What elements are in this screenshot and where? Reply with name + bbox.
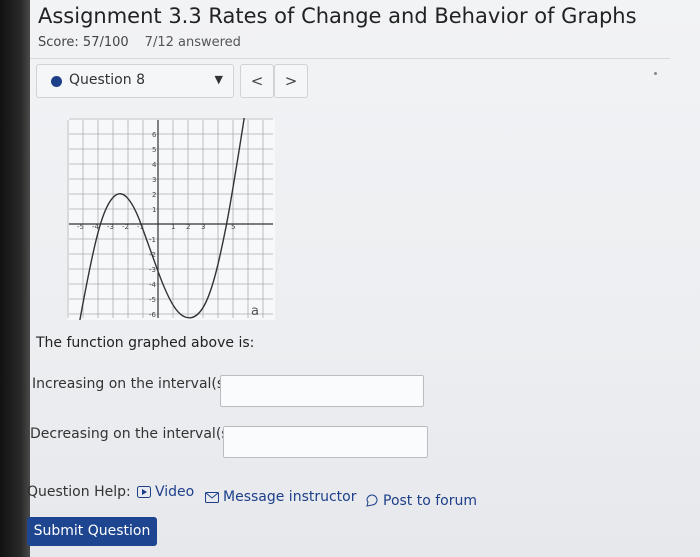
increasing-label: Increasing on the interval(s) <box>32 376 230 392</box>
y-tick-label: 3 <box>152 176 156 184</box>
chevron-down-icon: ▼ <box>214 73 223 86</box>
x-tick-label: -3 <box>107 223 114 231</box>
decreasing-interval-input[interactable] <box>223 426 428 458</box>
y-tick-label: -1 <box>149 236 156 244</box>
x-tick-label: -2 <box>122 223 129 231</box>
question-help-label: Question Help: <box>27 484 131 500</box>
y-tick-label: -3 <box>149 266 156 274</box>
assignment-title: Assignment 3.3 Rates of Change and Behav… <box>38 4 637 28</box>
curve-label: a <box>251 304 259 319</box>
score-text: Score: 57/100 <box>38 35 129 50</box>
question-selector[interactable]: Question 8 ▼ <box>36 64 234 98</box>
y-tick-label: -6 <box>149 311 157 319</box>
decreasing-label: Decreasing on the interval(s) <box>30 426 235 442</box>
x-tick-label: 3 <box>201 223 205 231</box>
video-link-label: Video <box>155 484 195 500</box>
next-question-button[interactable]: > <box>274 64 308 98</box>
y-tick-label: -4 <box>149 281 157 289</box>
x-tick-label: 5 <box>231 223 235 231</box>
video-link[interactable]: Video <box>137 484 194 500</box>
y-tick-label: 5 <box>152 146 156 154</box>
x-tick-label: -5 <box>77 223 84 231</box>
submit-question-button[interactable]: Submit Question <box>27 517 157 546</box>
y-tick-label: -5 <box>149 296 156 304</box>
increasing-interval-input[interactable] <box>220 375 424 407</box>
question-status-dot <box>51 76 62 87</box>
video-icon <box>137 486 151 498</box>
message-instructor-label: Message instructor <box>223 489 357 505</box>
x-tick-label: 2 <box>186 223 190 231</box>
y-tick-label: 4 <box>152 161 157 169</box>
post-to-forum-label: Post to forum <box>383 493 478 509</box>
y-tick-label: 2 <box>152 191 156 199</box>
speech-bubble-icon <box>366 494 378 507</box>
post-to-forum-link[interactable]: Post to forum <box>365 493 477 509</box>
question-prompt: The function graphed above is: <box>36 335 255 351</box>
previous-question-button[interactable]: < <box>240 64 274 98</box>
message-instructor-link[interactable]: Message instructor <box>205 489 357 505</box>
more-options-icon[interactable] <box>654 72 657 75</box>
score-line: Score: 57/100 7/12 answered <box>38 35 241 50</box>
y-tick-label: 6 <box>152 131 157 139</box>
header-divider <box>30 58 670 59</box>
function-graph: -5 -4 -3 -2 -1 1 2 3 5 654321-1-2-3-4-5-6 a <box>67 118 275 320</box>
answered-count: 7/12 answered <box>144 35 241 50</box>
y-tick-label: 1 <box>152 206 156 214</box>
x-tick-label: 1 <box>171 223 175 231</box>
screen-bezel <box>0 0 30 557</box>
question-selector-label: Question 8 <box>69 72 145 88</box>
envelope-icon <box>205 492 219 503</box>
